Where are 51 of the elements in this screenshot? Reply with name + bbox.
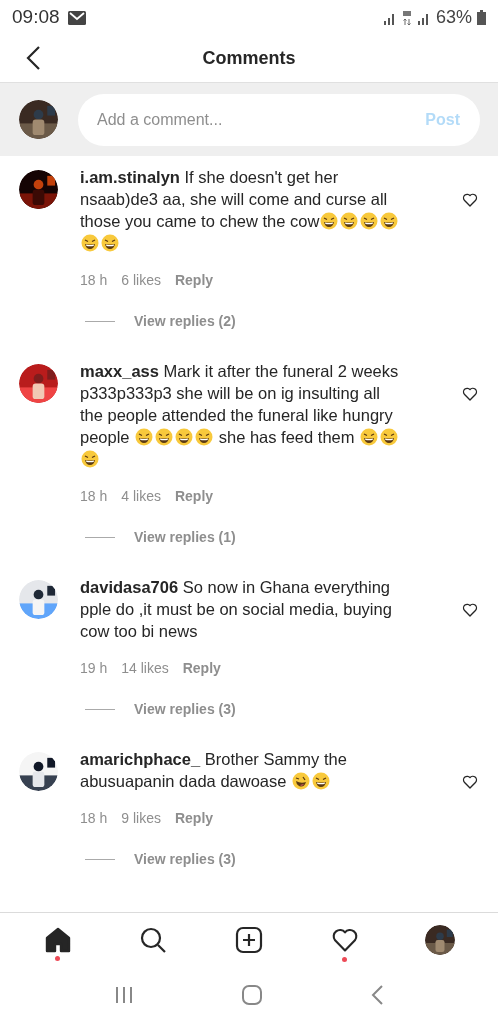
winking-face-icon (292, 772, 310, 790)
laughing-face-icon (380, 428, 399, 446)
reply-link[interactable]: Reply (182, 658, 221, 679)
laughing-face-icon (81, 234, 99, 252)
clock-time: 09:08 (12, 5, 60, 30)
comment-text: davidasa706 So now in Ghana everything pple do ,it must be on social media, buying cow too bi news (80, 577, 393, 642)
heart-icon[interactable] (462, 774, 478, 790)
like-count[interactable]: 4 likes (121, 486, 161, 507)
view-replies-link[interactable]: View replies (3) (134, 849, 236, 870)
comment-time: 18 h (80, 809, 108, 828)
page-title: Comments (202, 47, 296, 70)
laughing-face-icon (135, 428, 154, 446)
laughing-face-icon (101, 234, 119, 252)
recent-apps-icon[interactable] (113, 986, 134, 1004)
laughing-face-icon (360, 212, 379, 230)
comment-text: amarichphace_ Brother Sammy the abusuapanin dada dawoase (80, 749, 348, 792)
network-data-icon (401, 9, 412, 26)
comment-time: 18 h (80, 271, 108, 290)
laughing-face-icon (175, 428, 194, 446)
search-icon[interactable] (139, 925, 168, 954)
comment-time: 18 h (80, 487, 108, 506)
like-count[interactable]: 6 likes (121, 270, 161, 291)
like-count[interactable]: 14 likes (121, 658, 169, 679)
add-icon[interactable] (235, 925, 263, 954)
heart-icon[interactable] (462, 192, 478, 208)
reply-link[interactable]: Reply (174, 270, 214, 291)
laughing-face-icon (380, 212, 399, 230)
view-replies-link[interactable]: View replies (1) (134, 527, 236, 548)
battery-icon (477, 10, 486, 25)
battery-percentage: 63% (435, 6, 472, 29)
reply-link[interactable]: Reply (174, 808, 214, 829)
comment-text: maxx_ass Mark it after the funeral 2 weeks p333p333p3 she will be on ig insulting all the people attended the funeral like hungry people she has feed them (80, 360, 402, 470)
back-icon[interactable] (25, 45, 41, 71)
laughing-face-icon (195, 428, 214, 446)
mail-icon (67, 10, 86, 25)
heart-icon[interactable] (462, 386, 478, 402)
laughing-face-icon (340, 212, 359, 230)
laughing-face-icon (81, 450, 99, 468)
heart-icon[interactable] (462, 602, 478, 618)
reply-link[interactable]: Reply (174, 486, 214, 507)
view-replies-link[interactable]: View replies (3) (134, 699, 236, 720)
laughing-face-icon (360, 428, 379, 446)
home-icon[interactable] (43, 926, 72, 953)
laughing-face-icon (320, 212, 339, 230)
home-button-icon[interactable] (241, 984, 263, 1006)
comment-time: 19 h (80, 659, 108, 678)
laughing-face-icon (312, 772, 330, 790)
laughing-face-icon (155, 428, 174, 446)
comment-text: i.am.stinalyn If she doesn't get her nsaab)de3 aa, she will come and curse all those you came to chew the cow (80, 166, 402, 254)
view-replies-link[interactable]: View replies (2) (134, 311, 236, 332)
like-count[interactable]: 9 likes (121, 808, 161, 829)
